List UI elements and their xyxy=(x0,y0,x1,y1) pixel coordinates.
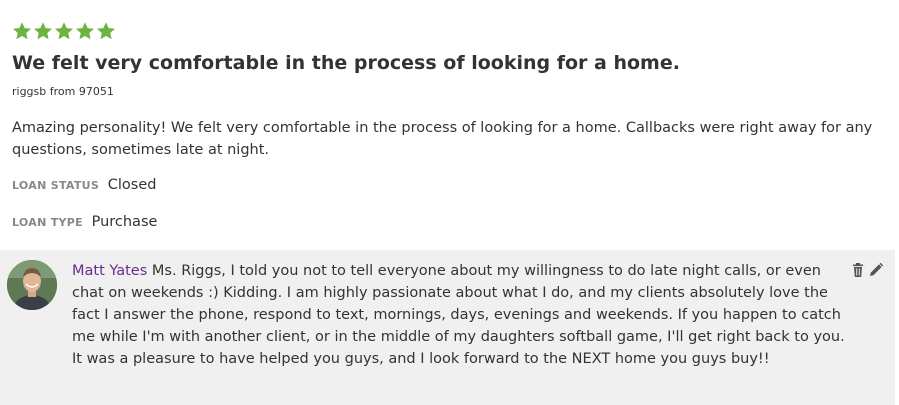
star-rating xyxy=(12,21,116,43)
reply-text: Ms. Riggs, I told you not to tell everyo… xyxy=(72,263,845,367)
lender-reply: Matt Yates Ms. Riggs, I told you not to … xyxy=(0,250,895,405)
reply-text-block: Matt Yates Ms. Riggs, I told you not to … xyxy=(72,260,847,370)
loan-status: LOAN STATUS Closed xyxy=(12,177,156,193)
pencil-icon[interactable] xyxy=(868,262,884,278)
star-icon xyxy=(55,22,73,40)
loan-type-label: LOAN TYPE xyxy=(12,216,83,229)
review-body: Amazing personality! We felt very comfor… xyxy=(12,120,873,158)
avatar xyxy=(7,260,57,310)
reply-actions xyxy=(850,262,884,278)
loan-status-label: LOAN STATUS xyxy=(12,179,100,192)
star-icon xyxy=(97,22,115,40)
avatar-image xyxy=(7,260,57,310)
review-author: riggsb from 97051 xyxy=(12,85,114,98)
star-icon xyxy=(76,22,94,40)
review-headline: We felt very comfortable in the process … xyxy=(12,52,680,74)
loan-type: LOAN TYPE Purchase xyxy=(12,214,157,230)
star-icon xyxy=(34,22,52,40)
reply-author-link[interactable]: Matt Yates xyxy=(72,263,147,279)
star-icon xyxy=(13,22,31,40)
review-card: We felt very comfortable in the process … xyxy=(0,0,899,405)
loan-status-value: Closed xyxy=(107,177,157,193)
loan-type-value: Purchase xyxy=(91,214,158,230)
trash-icon[interactable] xyxy=(850,262,866,278)
